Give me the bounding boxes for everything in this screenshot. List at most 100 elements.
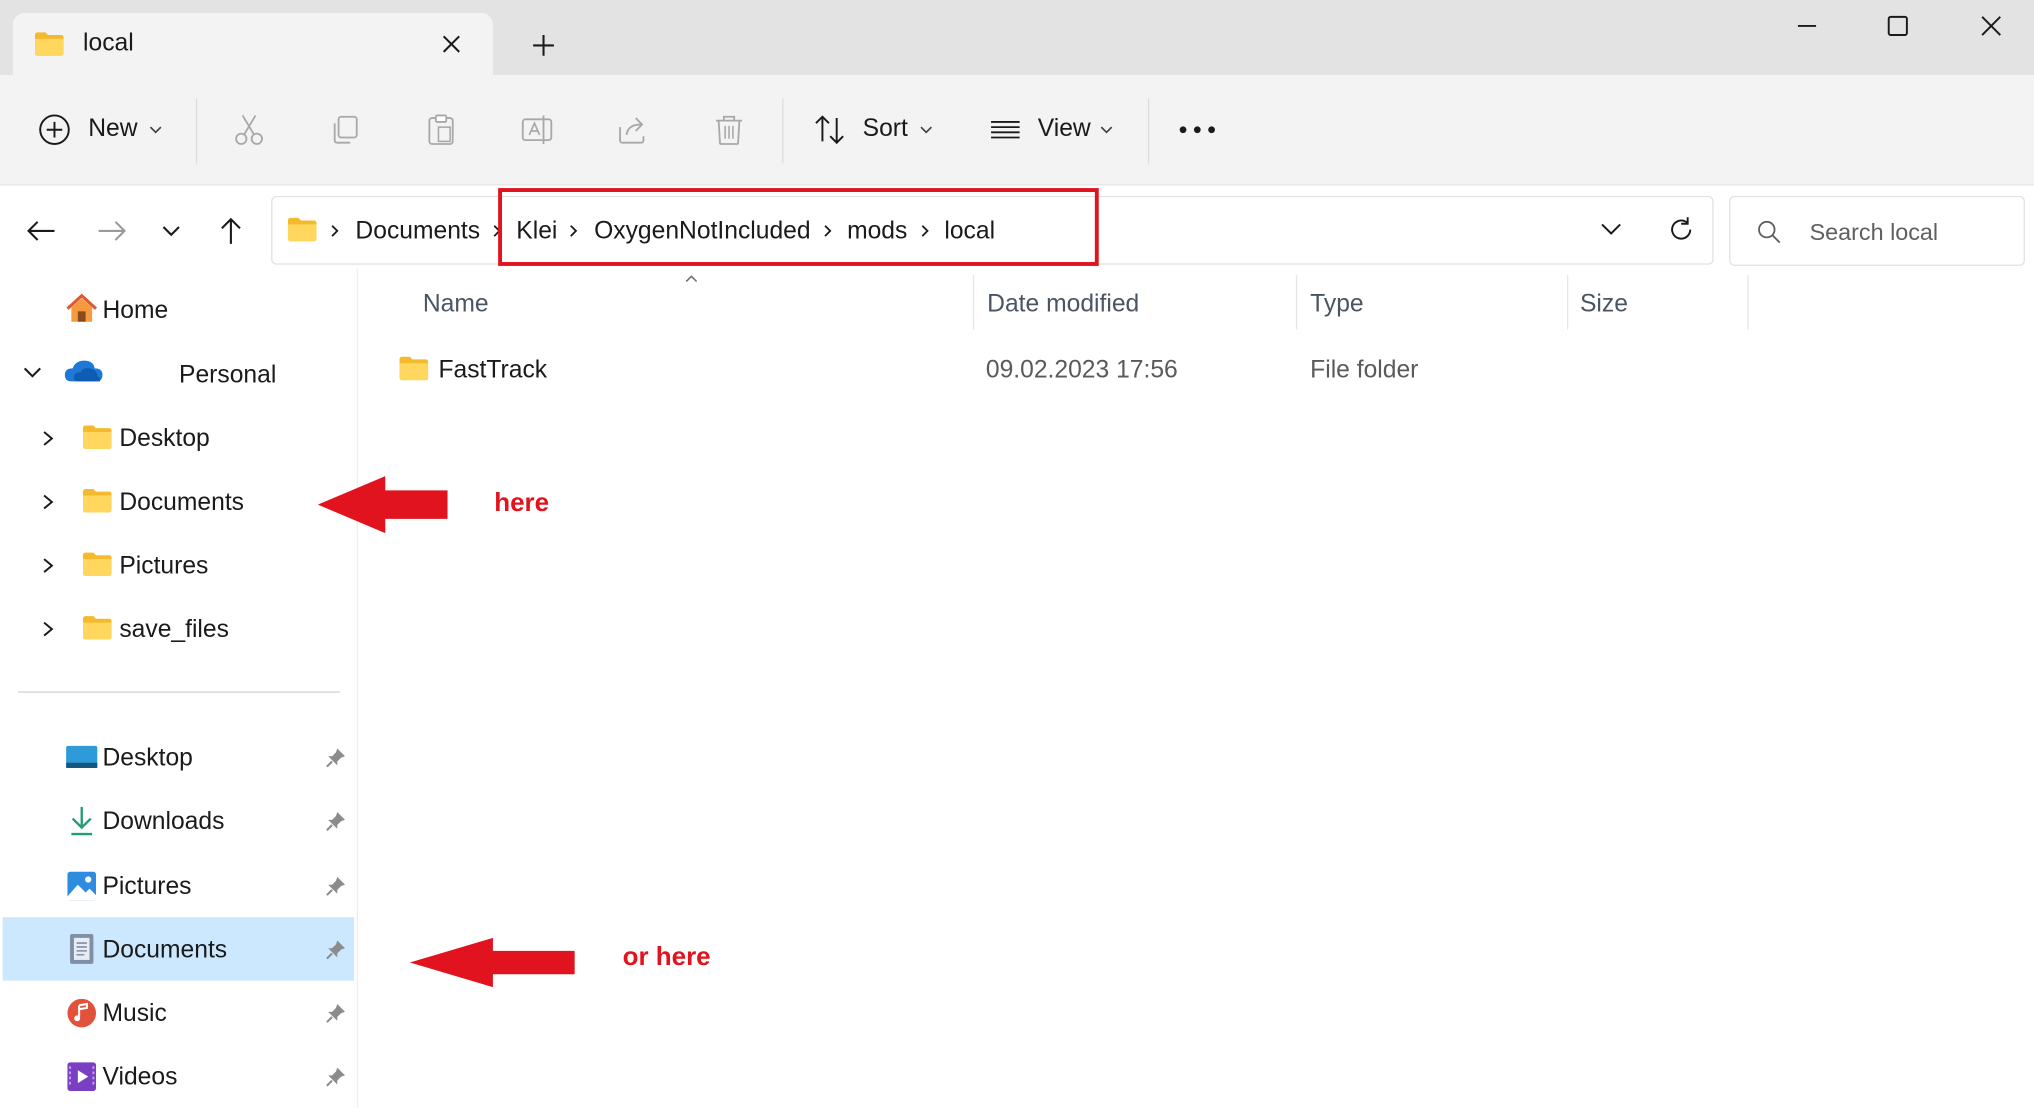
breadcrumb-documents[interactable]: Documents — [355, 218, 480, 247]
toolbar-separator — [195, 98, 198, 164]
annotation-text-here: here — [494, 489, 550, 518]
sidebar-item-home[interactable]: Home — [52, 285, 337, 337]
pin-icon[interactable] — [324, 1065, 347, 1088]
quick-access-label: Pictures — [102, 873, 192, 901]
close-window-icon[interactable] — [1976, 10, 2007, 41]
minimize-icon[interactable] — [1791, 10, 1822, 41]
sidebar-label-personal: Personal — [179, 361, 277, 390]
sidebar-divider — [18, 691, 340, 693]
annotation-arrow-left — [317, 476, 448, 534]
close-tab-icon[interactable] — [436, 29, 467, 60]
date-modified-cell: 09.02.2023 17:56 — [985, 356, 1178, 384]
navigation-pane-border — [356, 268, 359, 1108]
delete-icon[interactable] — [711, 112, 747, 148]
sidebar-tree-label: save_files — [119, 616, 229, 644]
expand-chevron-icon[interactable] — [40, 428, 56, 449]
paste-icon[interactable] — [423, 112, 459, 148]
forward-arrow-icon[interactable] — [93, 215, 129, 246]
quick-access-pictures[interactable]: Pictures — [52, 861, 353, 913]
sidebar-tree-item-documents[interactable]: Documents — [32, 477, 343, 529]
folder-icon — [83, 552, 112, 576]
column-separator[interactable] — [972, 275, 975, 330]
new-button[interactable]: New — [26, 93, 174, 166]
search-placeholder: Search local — [1809, 219, 1939, 246]
new-label: New — [88, 115, 138, 143]
annotation-text-or-here: or here — [622, 943, 711, 972]
quick-access-label: Desktop — [102, 744, 193, 772]
quick-access-label: Videos — [102, 1063, 178, 1091]
sidebar-item-onedrive-personal[interactable]: Personal — [13, 350, 350, 402]
file-name-cell[interactable]: FastTrack — [438, 357, 547, 386]
view-list-icon — [991, 121, 1020, 139]
home-icon — [66, 293, 98, 322]
pin-icon[interactable] — [324, 809, 347, 832]
tab-label: local — [83, 29, 134, 58]
column-header-name[interactable]: Name — [423, 291, 489, 320]
file-explorer-window: local New Sort View Documents Klei Oxyge… — [0, 0, 2034, 1108]
breadcrumb-chevron-icon — [331, 225, 339, 237]
back-arrow-icon[interactable] — [23, 215, 59, 246]
quick-access-label: Music — [102, 1000, 167, 1028]
pin-icon[interactable] — [324, 1001, 347, 1024]
pin-icon[interactable] — [324, 746, 347, 769]
expand-chevron-icon[interactable] — [40, 492, 56, 513]
expand-chevron-icon[interactable] — [21, 363, 44, 381]
up-arrow-icon[interactable] — [213, 214, 249, 248]
tab-local[interactable]: local — [12, 12, 493, 76]
column-separator[interactable] — [1747, 275, 1749, 330]
column-header-date-modified[interactable]: Date modified — [987, 291, 1139, 320]
toolbar-separator — [782, 98, 784, 164]
column-header-size[interactable]: Size — [1580, 291, 1628, 320]
column-separator[interactable] — [1567, 275, 1569, 330]
recent-locations-chevron-icon[interactable] — [158, 221, 184, 242]
search-icon — [1758, 220, 1781, 244]
sidebar-tree-item-pictures[interactable]: Pictures — [32, 541, 343, 593]
rename-icon[interactable] — [519, 112, 555, 148]
pictures-icon — [67, 871, 96, 901]
address-history-chevron-icon[interactable] — [1598, 219, 1624, 240]
toolbar-separator — [1148, 98, 1150, 164]
quick-access-music[interactable]: Music — [52, 988, 353, 1040]
sidebar-tree-item-save-files[interactable]: save_files — [32, 604, 343, 656]
folder-icon — [83, 425, 112, 449]
sidebar-tree-label: Documents — [119, 489, 245, 517]
onedrive-cloud-icon — [64, 360, 103, 382]
quick-access-documents[interactable]: Documents — [52, 925, 353, 977]
sort-label: Sort — [862, 115, 908, 143]
music-icon — [67, 998, 96, 1028]
copy-icon[interactable] — [327, 112, 363, 148]
quick-access-desktop[interactable]: Desktop — [52, 733, 353, 785]
sidebar-label-home: Home — [102, 297, 169, 325]
command-bar: New Sort View — [0, 75, 2034, 186]
sidebar-tree-label: Pictures — [119, 552, 209, 580]
quick-access-label: Documents — [102, 936, 228, 964]
refresh-icon[interactable] — [1666, 214, 1697, 245]
type-cell: File folder — [1310, 356, 1419, 384]
download-icon — [71, 806, 93, 836]
folder-icon — [83, 489, 112, 513]
pin-icon[interactable] — [324, 874, 347, 897]
pin-icon[interactable] — [324, 938, 347, 961]
share-icon[interactable] — [615, 112, 651, 148]
maximize-icon[interactable] — [1882, 10, 1913, 41]
sort-icon — [815, 115, 844, 145]
expand-chevron-icon[interactable] — [40, 555, 56, 576]
expand-chevron-icon[interactable] — [40, 619, 56, 640]
column-separator[interactable] — [1295, 275, 1298, 330]
view-button[interactable]: View — [979, 93, 1128, 166]
sort-ascending-indicator-icon — [685, 275, 698, 283]
cut-icon[interactable] — [231, 112, 267, 148]
plus-circle-icon — [39, 114, 70, 145]
more-options-icon[interactable] — [1175, 119, 1219, 140]
column-header-type[interactable]: Type — [1310, 291, 1363, 320]
view-label: View — [1037, 115, 1091, 143]
chevron-down-icon — [1100, 126, 1113, 134]
quick-access-videos[interactable]: Videos — [52, 1052, 353, 1104]
new-tab-icon[interactable] — [527, 29, 561, 63]
quick-access-downloads[interactable]: Downloads — [52, 796, 353, 848]
videos-icon — [67, 1062, 96, 1091]
search-box[interactable]: Search local — [1729, 195, 2025, 266]
chevron-down-icon — [920, 126, 932, 134]
sort-button[interactable]: Sort — [804, 93, 947, 166]
sidebar-tree-item-desktop[interactable]: Desktop — [32, 414, 343, 466]
